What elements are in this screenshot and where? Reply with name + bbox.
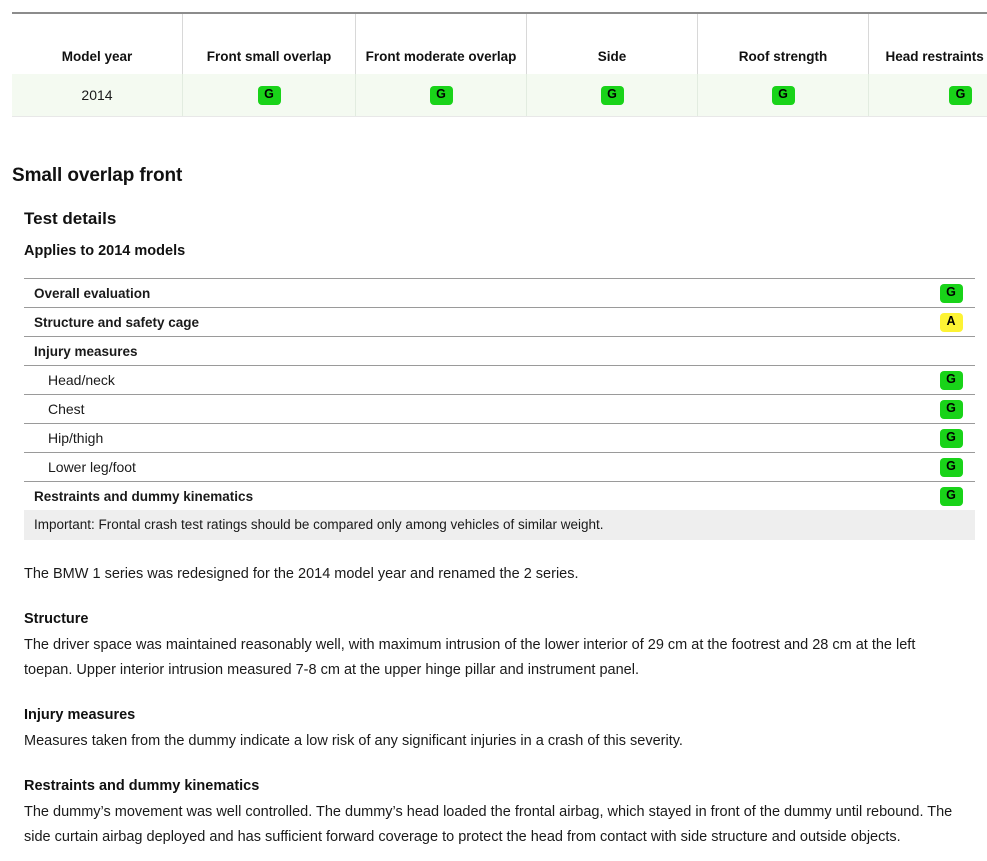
ratings-table-head: Model year Front small overlap Front mod… (12, 13, 987, 74)
col-header-front-moderate-overlap: Front moderate overlap (356, 13, 527, 74)
copy-heading-structure: Structure (24, 611, 954, 627)
detail-row-value: G (939, 457, 963, 477)
rating-badge-head-neck: G (940, 371, 963, 390)
cell-model-year: 2014 (12, 74, 183, 117)
page-title: Small overlap front (12, 165, 987, 187)
important-note: Important: Frontal crash test ratings sh… (24, 510, 975, 540)
rating-badge-head-restraints-seats: G (949, 86, 972, 105)
col-header-side: Side (527, 13, 698, 74)
rating-badge-side: G (601, 86, 624, 105)
col-header-roof-strength: Roof strength (698, 13, 869, 74)
detail-row-value: G (939, 399, 963, 419)
ratings-summary-table: Model year Front small overlap Front mod… (12, 12, 987, 117)
detail-row-head-neck: Head/neck G (24, 365, 975, 394)
applies-to-label: Applies to 2014 models (24, 243, 987, 259)
col-header-head-restraints-seats: Head restraints & seats (869, 13, 987, 74)
cell-head-restraints-seats: G (869, 74, 987, 117)
detail-row-label: Lower leg/foot (34, 459, 136, 475)
detail-row-chest: Chest G (24, 394, 975, 423)
detail-row-value: A (939, 312, 963, 332)
detail-row-value: G (939, 428, 963, 448)
detail-row-label: Hip/thigh (34, 430, 103, 446)
detail-row-injury-measures: Injury measures (24, 336, 975, 365)
cell-roof-strength: G (698, 74, 869, 117)
detail-row-value: G (939, 283, 963, 303)
intro-paragraph: The BMW 1 series was redesigned for the … (24, 562, 954, 587)
detail-row-label: Chest (34, 401, 85, 417)
cell-side: G (527, 74, 698, 117)
cell-front-small-overlap: G (183, 74, 356, 117)
copy-paragraph-structure: The driver space was maintained reasonab… (24, 633, 954, 683)
col-header-front-small-overlap: Front small overlap (183, 13, 356, 74)
rating-badge-front-moderate-overlap: G (430, 86, 453, 105)
ratings-summary-section: Model year Front small overlap Front mod… (12, 12, 975, 117)
rating-badge-hip-thigh: G (940, 429, 963, 448)
rating-badge-restraints-and-dummy-kinematics: G (940, 487, 963, 506)
rating-badge-overall-evaluation: G (940, 284, 963, 303)
detail-row-lower-leg-foot: Lower leg/foot G (24, 452, 975, 481)
detail-row-restraints-and-dummy-kinematics: Restraints and dummy kinematics G (24, 481, 975, 510)
rating-badge-front-small-overlap: G (258, 86, 281, 105)
rating-badge-roof-strength: G (772, 86, 795, 105)
col-header-model-year: Model year (12, 13, 183, 74)
test-details-heading: Test details (24, 209, 987, 229)
ratings-table-body: 2014 G G G G G (12, 74, 987, 117)
cell-front-moderate-overlap: G (356, 74, 527, 117)
detail-row-label: Structure and safety cage (34, 315, 199, 330)
rating-badge-structure-and-safety-cage: A (940, 313, 963, 332)
detail-row-value: G (939, 370, 963, 390)
table-row: 2014 G G G G G (12, 74, 987, 117)
ratings-header-row: Model year Front small overlap Front mod… (12, 13, 987, 74)
detail-row-overall-evaluation: Overall evaluation G (24, 278, 975, 307)
rating-badge-chest: G (940, 400, 963, 419)
detail-row-label: Head/neck (34, 372, 115, 388)
body-copy: The BMW 1 series was redesigned for the … (24, 562, 954, 850)
detail-row-hip-thigh: Hip/thigh G (24, 423, 975, 452)
detail-row-label: Overall evaluation (34, 286, 150, 301)
copy-paragraph-restraints-and-dummy-kinematics: The dummy’s movement was well controlled… (24, 800, 954, 850)
detail-row-label: Injury measures (34, 344, 138, 359)
copy-heading-restraints-and-dummy-kinematics: Restraints and dummy kinematics (24, 778, 954, 794)
detail-row-structure-and-safety-cage: Structure and safety cage A (24, 307, 975, 336)
copy-heading-injury-measures: Injury measures (24, 707, 954, 723)
detail-row-label: Restraints and dummy kinematics (34, 489, 253, 504)
detail-row-value: G (939, 486, 963, 506)
rating-badge-lower-leg-foot: G (940, 458, 963, 477)
test-details-rows: Overall evaluation G Structure and safet… (24, 278, 975, 540)
copy-paragraph-injury-measures: Measures taken from the dummy indicate a… (24, 729, 954, 754)
